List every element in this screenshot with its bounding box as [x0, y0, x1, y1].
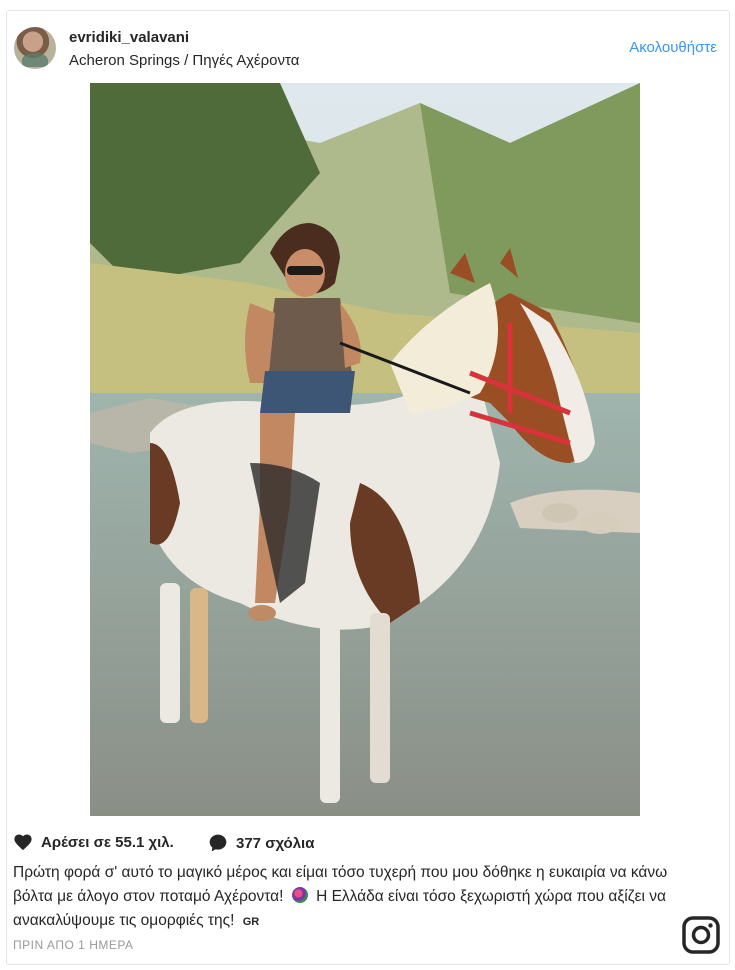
comments-button[interactable]: 377 σχόλια [208, 833, 314, 853]
post-caption: Πρώτη φορά σ' αυτό το μαγικό μέρος και ε… [13, 861, 703, 934]
comment-icon [209, 834, 227, 852]
instagram-icon[interactable] [681, 915, 721, 955]
follow-button[interactable]: Ακολουθήστε [629, 39, 717, 56]
username[interactable]: evridiki_valavani [69, 29, 189, 46]
instagram-embed-card: evridiki_valavani Acheron Springs / Πηγέ… [6, 10, 730, 965]
avatar[interactable] [14, 27, 56, 69]
post-header: evridiki_valavani Acheron Springs / Πηγέ… [7, 11, 729, 81]
location-link[interactable]: Acheron Springs / Πηγές Αχέροντα [69, 52, 299, 69]
heart-icon [14, 834, 32, 851]
emoji-icon [291, 887, 308, 903]
likes-button[interactable]: Αρέσει σε 55.1 χιλ. [13, 833, 174, 851]
caption-tag: GR [242, 916, 260, 928]
post-timestamp[interactable]: ΠΡΙΝ ΑΠΟ 1 ΗΜΕΡΑ [13, 938, 133, 952]
post-actions: Αρέσει σε 55.1 χιλ. 377 σχόλια [13, 833, 413, 855]
post-photo[interactable] [90, 83, 640, 816]
likes-count: Αρέσει σε 55.1 χιλ. [41, 833, 174, 851]
comments-count: 377 σχόλια [236, 834, 315, 852]
